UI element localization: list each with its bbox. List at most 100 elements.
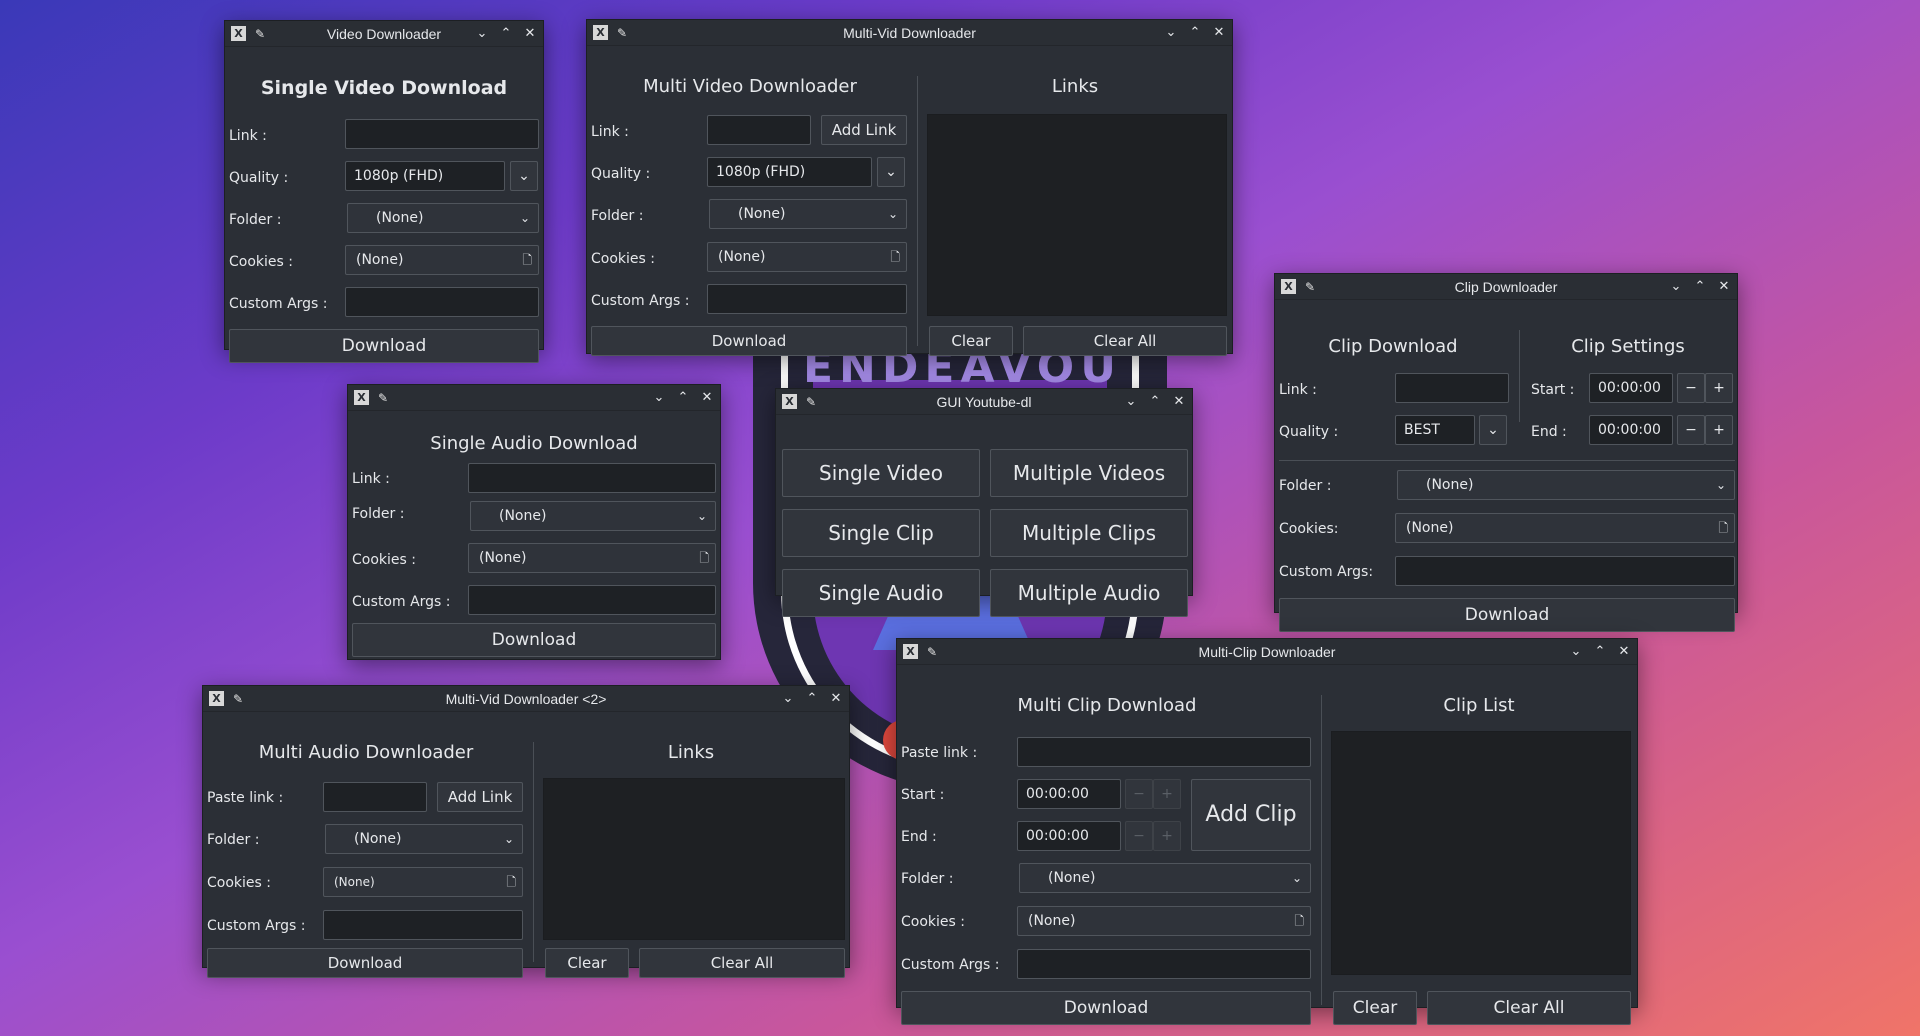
download-button[interactable]: Download	[901, 991, 1311, 1025]
close-icon[interactable]: ✕	[1212, 25, 1226, 41]
end-minus-button[interactable]: −	[1677, 415, 1705, 445]
pin-icon[interactable]: ✎	[254, 27, 266, 41]
clear-button[interactable]: Clear	[1333, 991, 1417, 1025]
quality-field[interactable]: BEST	[1395, 415, 1475, 445]
multiple-videos-button[interactable]: Multiple Videos	[990, 449, 1188, 497]
pin-icon[interactable]: ✎	[1304, 280, 1316, 294]
custom-args-input[interactable]	[345, 287, 539, 317]
multiple-clips-button[interactable]: Multiple Clips	[990, 509, 1188, 557]
chevron-down-icon[interactable]: ⌄	[1164, 25, 1178, 41]
start-plus-button[interactable]: +	[1153, 779, 1181, 809]
link-input[interactable]	[323, 782, 427, 812]
close-icon[interactable]: ✕	[1717, 279, 1731, 295]
chevron-up-icon[interactable]: ⌃	[1188, 25, 1202, 41]
start-minus-button[interactable]: −	[1125, 779, 1153, 809]
folder-select[interactable]: (None) ⌄	[1019, 863, 1311, 893]
chevron-down-icon[interactable]: ⌄	[1569, 644, 1583, 660]
clip-list[interactable]	[1331, 731, 1631, 975]
titlebar[interactable]: X ✎ Clip Downloader ⌄ ⌃ ✕	[1275, 274, 1737, 300]
quality-dropdown-button[interactable]: ⌄	[1479, 415, 1507, 445]
chevron-down-icon[interactable]: ⌄	[652, 390, 666, 406]
titlebar[interactable]: X ✎ Multi-Vid Downloader <2> ⌄ ⌃ ✕	[203, 686, 849, 712]
single-audio-button[interactable]: Single Audio	[782, 569, 980, 617]
start-time-input[interactable]: 00:00:00	[1017, 779, 1121, 809]
pin-icon[interactable]: ✎	[377, 391, 389, 405]
end-time-input[interactable]: 00:00:00	[1017, 821, 1121, 851]
end-time-input[interactable]: 00:00:00	[1589, 415, 1673, 445]
cookies-file-picker[interactable]: (None) 🗋	[707, 242, 907, 272]
folder-select[interactable]: (None) ⌄	[470, 501, 716, 531]
chevron-up-icon[interactable]: ⌃	[676, 390, 690, 406]
pin-icon[interactable]: ✎	[805, 395, 817, 409]
quality-field[interactable]: 1080p (FHD)	[707, 157, 872, 187]
download-button[interactable]: Download	[229, 329, 539, 363]
pin-icon[interactable]: ✎	[616, 26, 628, 40]
folder-select[interactable]: (None) ⌄	[325, 824, 523, 854]
titlebar[interactable]: X ✎ Multi-Clip Downloader ⌄ ⌃ ✕	[897, 639, 1637, 665]
clear-all-button[interactable]: Clear All	[639, 948, 845, 978]
titlebar[interactable]: X ✎ Video Downloader ⌄ ⌃ ✕	[225, 21, 543, 47]
start-plus-button[interactable]: +	[1705, 373, 1733, 403]
add-clip-button[interactable]: Add Clip	[1191, 779, 1311, 851]
link-input[interactable]	[345, 119, 539, 149]
clear-all-button[interactable]: Clear All	[1023, 326, 1227, 356]
custom-args-input[interactable]	[1017, 949, 1311, 979]
chevron-up-icon[interactable]: ⌃	[1693, 279, 1707, 295]
cookies-file-picker[interactable]: (None) 🗋	[345, 245, 539, 275]
cookies-file-picker[interactable]: (None) 🗋	[323, 867, 523, 897]
clear-button[interactable]: Clear	[929, 326, 1013, 356]
links-list[interactable]	[927, 114, 1227, 316]
folder-select[interactable]: (None) ⌄	[347, 203, 539, 233]
folder-select[interactable]: (None) ⌄	[1397, 470, 1735, 500]
end-plus-button[interactable]: +	[1153, 821, 1181, 851]
cookies-file-picker[interactable]: (None) 🗋	[1395, 513, 1735, 543]
start-time-input[interactable]: 00:00:00	[1589, 373, 1673, 403]
titlebar[interactable]: X ✎ Multi-Vid Downloader ⌄ ⌃ ✕	[587, 20, 1232, 46]
custom-args-input[interactable]	[1395, 556, 1735, 586]
clear-all-button[interactable]: Clear All	[1427, 991, 1631, 1025]
chevron-up-icon[interactable]: ⌃	[805, 691, 819, 707]
link-input[interactable]	[1017, 737, 1311, 767]
close-icon[interactable]: ✕	[700, 390, 714, 406]
links-list[interactable]	[543, 778, 845, 940]
close-icon[interactable]: ✕	[1617, 644, 1631, 660]
download-button[interactable]: Download	[207, 948, 523, 978]
add-link-button[interactable]: Add Link	[437, 782, 523, 812]
custom-args-input[interactable]	[707, 284, 907, 314]
add-link-button[interactable]: Add Link	[821, 115, 907, 145]
close-icon[interactable]: ✕	[1172, 394, 1186, 410]
custom-args-input[interactable]	[468, 585, 716, 615]
chevron-up-icon[interactable]: ⌃	[499, 26, 513, 42]
download-button[interactable]: Download	[591, 326, 907, 356]
titlebar[interactable]: X ✎ ⌄ ⌃ ✕	[348, 385, 720, 411]
single-clip-button[interactable]: Single Clip	[782, 509, 980, 557]
chevron-up-icon[interactable]: ⌃	[1148, 394, 1162, 410]
titlebar[interactable]: X ✎ GUI Youtube-dl ⌄ ⌃ ✕	[776, 389, 1192, 415]
close-icon[interactable]: ✕	[523, 26, 537, 42]
clear-button[interactable]: Clear	[545, 948, 629, 978]
chevron-down-icon[interactable]: ⌄	[1669, 279, 1683, 295]
pin-icon[interactable]: ✎	[232, 692, 244, 706]
chevron-down-icon[interactable]: ⌄	[1124, 394, 1138, 410]
quality-dropdown-button[interactable]: ⌄	[877, 157, 905, 187]
start-minus-button[interactable]: −	[1677, 373, 1705, 403]
download-button[interactable]: Download	[1279, 598, 1735, 632]
close-icon[interactable]: ✕	[829, 691, 843, 707]
chevron-up-icon[interactable]: ⌃	[1593, 644, 1607, 660]
custom-args-input[interactable]	[323, 910, 523, 940]
cookies-file-picker[interactable]: (None) 🗋	[468, 543, 716, 573]
download-button[interactable]: Download	[352, 623, 716, 657]
end-minus-button[interactable]: −	[1125, 821, 1153, 851]
link-input[interactable]	[1395, 373, 1509, 403]
cookies-file-picker[interactable]: (None) 🗋	[1017, 906, 1311, 936]
quality-field[interactable]: 1080p (FHD)	[345, 161, 505, 191]
multiple-audio-button[interactable]: Multiple Audio	[990, 569, 1188, 617]
chevron-down-icon[interactable]: ⌄	[475, 26, 489, 42]
single-video-button[interactable]: Single Video	[782, 449, 980, 497]
pin-icon[interactable]: ✎	[926, 645, 938, 659]
link-input[interactable]	[707, 115, 811, 145]
link-input[interactable]	[468, 463, 716, 493]
end-plus-button[interactable]: +	[1705, 415, 1733, 445]
quality-dropdown-button[interactable]: ⌄	[510, 161, 538, 191]
chevron-down-icon[interactable]: ⌄	[781, 691, 795, 707]
